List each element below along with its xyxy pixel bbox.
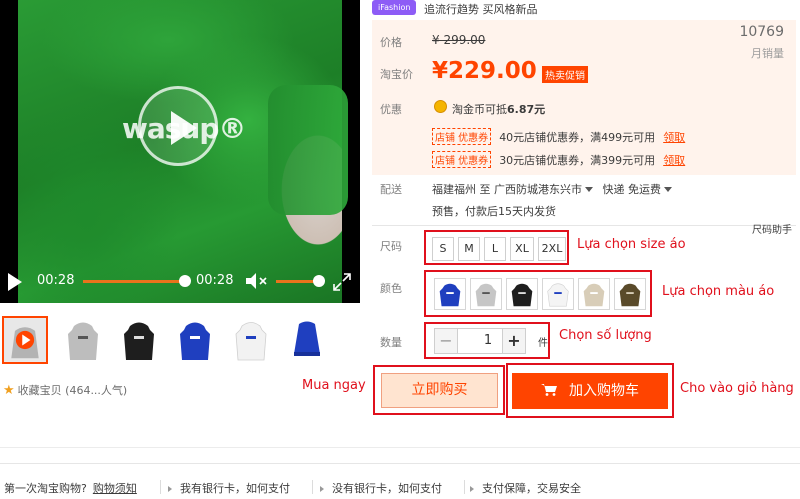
cart-icon [541, 383, 557, 396]
video-controls: 00:28 00:28 [0, 260, 360, 303]
thumbnail-blue-folded[interactable] [284, 316, 330, 364]
coupon-text: 30元店铺优惠券，满399元可用 [499, 154, 656, 167]
cart-annotation: Cho vào giỏ hàng [680, 381, 794, 396]
monthly-sales-label: 月销量 [751, 47, 784, 60]
pay-without-card-link[interactable]: 没有银行卡，如何支付 [320, 480, 442, 496]
divider [372, 225, 796, 226]
promo-label: 优惠 [380, 103, 402, 116]
play-icon[interactable] [8, 273, 22, 291]
thumbnail-gray[interactable] [60, 316, 106, 364]
thumbnail-white[interactable] [228, 316, 274, 364]
payment-security-link[interactable]: 支付保障，交易安全 [470, 480, 581, 496]
chevron-down-icon[interactable] [585, 187, 593, 192]
coupon-text: 40元店铺优惠券，满499元可用 [499, 131, 656, 144]
current-price: ¥229.00 [432, 58, 537, 84]
color-option-olive[interactable] [614, 278, 646, 310]
buy-now-highlight: 立即购买 [373, 365, 505, 415]
divider [160, 480, 161, 494]
shipping-route: 福建福州 至 广西防城港东兴市 快递 免运费 [432, 181, 678, 197]
color-option-blue[interactable] [434, 278, 466, 310]
coupon-1: 店铺 优惠券 40元店铺优惠券，满499元可用 领取 [432, 128, 685, 145]
quantity-unit: 件 [538, 338, 548, 349]
quantity-increase-button[interactable]: + [502, 328, 526, 354]
thumbnail-strip [2, 316, 362, 366]
coupon-claim-link[interactable]: 领取 [663, 131, 685, 144]
first-time-shopper: 第一次淘宝购物? 购物须知 [4, 482, 137, 495]
taobao-price-label: 淘宝价 [380, 68, 413, 81]
thumbnail-video[interactable] [2, 316, 48, 364]
ship-to-word: 至 [479, 183, 491, 196]
ship-destination[interactable]: 广西防城港东兴市 [494, 183, 582, 196]
buy-now-button[interactable]: 立即购买 [381, 373, 498, 408]
add-to-cart-button[interactable]: 加入购物车 [512, 373, 668, 409]
shipping-fee[interactable]: 免运费 [628, 183, 661, 196]
color-label: 颜色 [380, 282, 402, 295]
video-sleeve-cuff [268, 85, 348, 215]
coupon-tag: 店铺 优惠券 [432, 151, 492, 168]
duration: 00:28 [196, 273, 234, 288]
original-price-label: 价格 [380, 36, 402, 49]
progress-bar[interactable] [83, 280, 187, 283]
price-panel: 价格 ¥ 299.00 10769 月销量 淘宝价 ¥229.00 热卖促销 优… [372, 20, 796, 175]
quantity-label: 数量 [380, 336, 402, 349]
divider [464, 480, 465, 494]
size-selector: S M L XL 2XL [424, 230, 569, 265]
ifashion-tag: iFashion [372, 0, 417, 15]
color-option-beige[interactable] [578, 278, 610, 310]
hot-sale-badge: 热卖促销 [542, 66, 588, 83]
size-option-2xl[interactable]: 2XL [538, 237, 566, 261]
original-price: ¥ 299.00 [432, 33, 486, 47]
add-to-cart-highlight: 加入购物车 [506, 363, 674, 418]
divider [0, 447, 800, 448]
volume-handle[interactable] [313, 275, 325, 287]
thumbnail-black[interactable] [116, 316, 162, 364]
quantity-decrease-button[interactable]: − [434, 328, 458, 354]
monthly-sales-count: 10769 [739, 24, 784, 40]
color-selector [424, 270, 652, 317]
color-option-gray[interactable] [470, 278, 502, 310]
shopping-guide-link[interactable]: 购物须知 [93, 482, 137, 495]
star-icon: ★ [3, 383, 15, 398]
size-label: 尺码 [380, 240, 402, 253]
coupon-tag: 店铺 优惠券 [432, 128, 492, 145]
thumbnail-blue[interactable] [172, 316, 218, 364]
coin-icon [434, 100, 447, 113]
size-option-m[interactable]: M [458, 237, 480, 261]
buy-annotation: Mua ngay [302, 378, 366, 393]
pay-with-card-link[interactable]: 我有银行卡，如何支付 [168, 480, 290, 496]
shipping-label: 配送 [380, 183, 402, 196]
chevron-down-icon[interactable] [664, 187, 672, 192]
coupon-claim-link[interactable]: 领取 [663, 154, 685, 167]
color-option-black[interactable] [506, 278, 538, 310]
express-label: 快递 [602, 183, 625, 196]
color-option-white[interactable] [542, 278, 574, 310]
size-option-s[interactable]: S [432, 237, 454, 261]
help-footer: 第一次淘宝购物? 购物须知 我有银行卡，如何支付 没有银行卡，如何支付 支付保障，… [0, 463, 800, 499]
size-option-xl[interactable]: XL [510, 237, 534, 261]
presale-note: 预售，付款后15天内发货 [432, 205, 556, 218]
mute-icon[interactable] [245, 272, 269, 290]
fullscreen-icon[interactable] [332, 272, 352, 292]
quantity-stepper: − 1 + 件 [424, 322, 550, 359]
favorite-label: 收藏宝贝 (464...人气) [17, 384, 128, 397]
add-to-cart-label: 加入购物车 [569, 383, 639, 399]
big-play-icon[interactable] [138, 86, 218, 166]
product-video-player[interactable]: wasup® 00:28 00:28 [0, 0, 360, 303]
favorite-button[interactable]: ★ 收藏宝贝 (464...人气) [3, 382, 127, 398]
current-time: 00:28 [37, 273, 75, 288]
ship-from: 福建福州 [432, 183, 476, 196]
color-annotation: Lựa chọn màu áo [662, 284, 775, 299]
coupon-2: 店铺 优惠券 30元店铺优惠券，满399元可用 领取 [432, 151, 685, 168]
progress-handle[interactable] [179, 275, 191, 287]
coin-deduction: 淘金币可抵6.87元 [452, 103, 546, 116]
quantity-annotation: Chọn số lượng [559, 328, 652, 343]
size-annotation: Lựa chọn size áo [577, 237, 686, 252]
size-helper-link[interactable]: 尺码助手 [752, 221, 792, 236]
divider [312, 480, 313, 494]
tagline: 追流行趋势 买风格新品 [424, 3, 538, 16]
size-option-l[interactable]: L [484, 237, 506, 261]
